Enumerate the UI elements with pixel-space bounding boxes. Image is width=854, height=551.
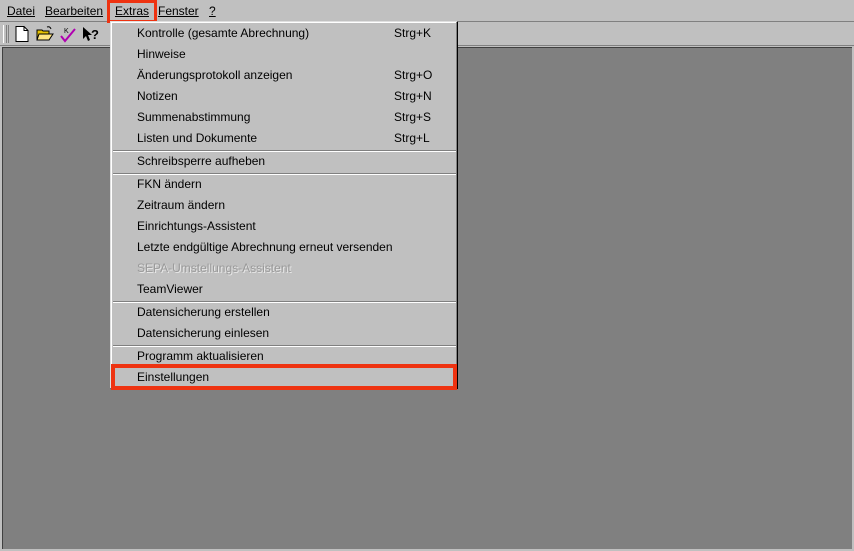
menu-item-zeitraum-aendern[interactable]: Zeitraum ändern — [114, 195, 454, 215]
menu-item-label: Letzte endgültige Abrechnung erneut vers… — [137, 240, 393, 254]
menu-item-abrechnung-versenden[interactable]: Letzte endgültige Abrechnung erneut vers… — [114, 237, 454, 257]
menu-item-schreibsperre[interactable]: Schreibsperre aufheben — [114, 151, 454, 171]
menu-item-shortcut: Strg+S — [394, 110, 432, 124]
menu-datei-label: Datei — [7, 4, 36, 18]
menu-item-listen-dokumente[interactable]: Listen und Dokumente Strg+L — [114, 128, 454, 148]
new-document-button[interactable] — [12, 25, 32, 44]
menu-item-shortcut: Strg+N — [394, 89, 432, 103]
menu-item-label: Kontrolle (gesamte Abrechnung) — [137, 26, 310, 40]
new-document-icon — [15, 26, 29, 42]
menu-item-einrichtungs-assistent[interactable]: Einrichtungs-Assistent — [114, 216, 454, 236]
menu-item-sepa-assistent: SEPA-Umstellungs-Assistent — [114, 258, 454, 278]
menu-extras-label: Extras — [114, 4, 149, 18]
menu-item-label: Hinweise — [137, 47, 186, 61]
menu-item-aenderungsprotokoll[interactable]: Änderungsprotokoll anzeigen Strg+O — [114, 65, 454, 85]
menu-item-label: TeamViewer — [137, 282, 203, 296]
menu-item-label: Zeitraum ändern — [137, 198, 226, 212]
toolbar-grip[interactable] — [3, 25, 9, 43]
menu-item-label: Programm aktualisieren — [137, 349, 264, 363]
svg-text:?: ? — [91, 27, 99, 42]
menu-item-label: SEPA-Umstellungs-Assistent — [137, 261, 291, 275]
menu-item-label: FKN ändern — [137, 177, 202, 191]
menu-item-datensicherung-einlesen[interactable]: Datensicherung einlesen — [114, 323, 454, 343]
menu-item-kontrolle[interactable]: Kontrolle (gesamte Abrechnung) Strg+K — [114, 23, 454, 43]
menu-item-shortcut: Strg+K — [394, 26, 432, 40]
menu-extras[interactable]: Extras — [107, 0, 157, 23]
application-window: Datei Bearbeiten Extras Fenster ? K ? Ko… — [0, 0, 854, 551]
menu-item-label: Listen und Dokumente — [137, 131, 258, 145]
menu-datei[interactable]: Datei — [5, 3, 37, 20]
menu-item-label: Datensicherung einlesen — [137, 326, 270, 340]
menu-bearbeiten-label: Bearbeiten — [45, 4, 104, 18]
menu-item-fkn-aendern[interactable]: FKN ändern — [114, 174, 454, 194]
menu-help-label: ? — [209, 4, 216, 18]
menu-item-label: Schreibsperre aufheben — [137, 154, 266, 168]
menu-fenster[interactable]: Fenster — [156, 3, 201, 20]
menu-bar: Datei Bearbeiten Extras Fenster ? — [0, 0, 854, 23]
help-pointer-icon: ? — [83, 27, 99, 42]
menu-fenster-label: Fenster — [158, 4, 199, 18]
menu-item-hinweise[interactable]: Hinweise — [114, 44, 454, 64]
menu-item-label: Summenabstimmung — [137, 110, 251, 124]
menu-item-programm-aktualisieren[interactable]: Programm aktualisieren — [114, 346, 454, 366]
menu-help[interactable]: ? — [207, 3, 218, 20]
menu-item-shortcut: Strg+L — [394, 131, 430, 145]
menu-item-label: Datensicherung erstellen — [137, 305, 270, 319]
menu-item-notizen[interactable]: Notizen Strg+N — [114, 86, 454, 106]
menu-bearbeiten[interactable]: Bearbeiten — [43, 3, 105, 20]
extras-dropdown-menu: Kontrolle (gesamte Abrechnung) Strg+K Hi… — [110, 21, 458, 390]
open-folder-button[interactable] — [35, 25, 55, 44]
menu-item-label: Einstellungen — [137, 370, 210, 384]
menu-item-shortcut: Strg+O — [394, 68, 433, 82]
menu-item-label: Notizen — [137, 89, 178, 103]
menu-item-summenabstimmung[interactable]: Summenabstimmung Strg+S — [114, 107, 454, 127]
menu-item-label: Änderungsprotokoll anzeigen — [137, 68, 293, 82]
help-pointer-button[interactable]: ? — [81, 25, 101, 44]
svg-text:K: K — [64, 28, 69, 35]
open-folder-icon — [36, 26, 54, 41]
check-button[interactable]: K — [58, 25, 78, 44]
menu-item-datensicherung-erstellen[interactable]: Datensicherung erstellen — [114, 302, 454, 322]
menu-item-teamviewer[interactable]: TeamViewer — [114, 279, 454, 299]
menu-item-label: Einrichtungs-Assistent — [137, 219, 256, 233]
check-icon: K — [60, 28, 76, 43]
menu-item-einstellungen[interactable]: Einstellungen — [111, 364, 457, 390]
